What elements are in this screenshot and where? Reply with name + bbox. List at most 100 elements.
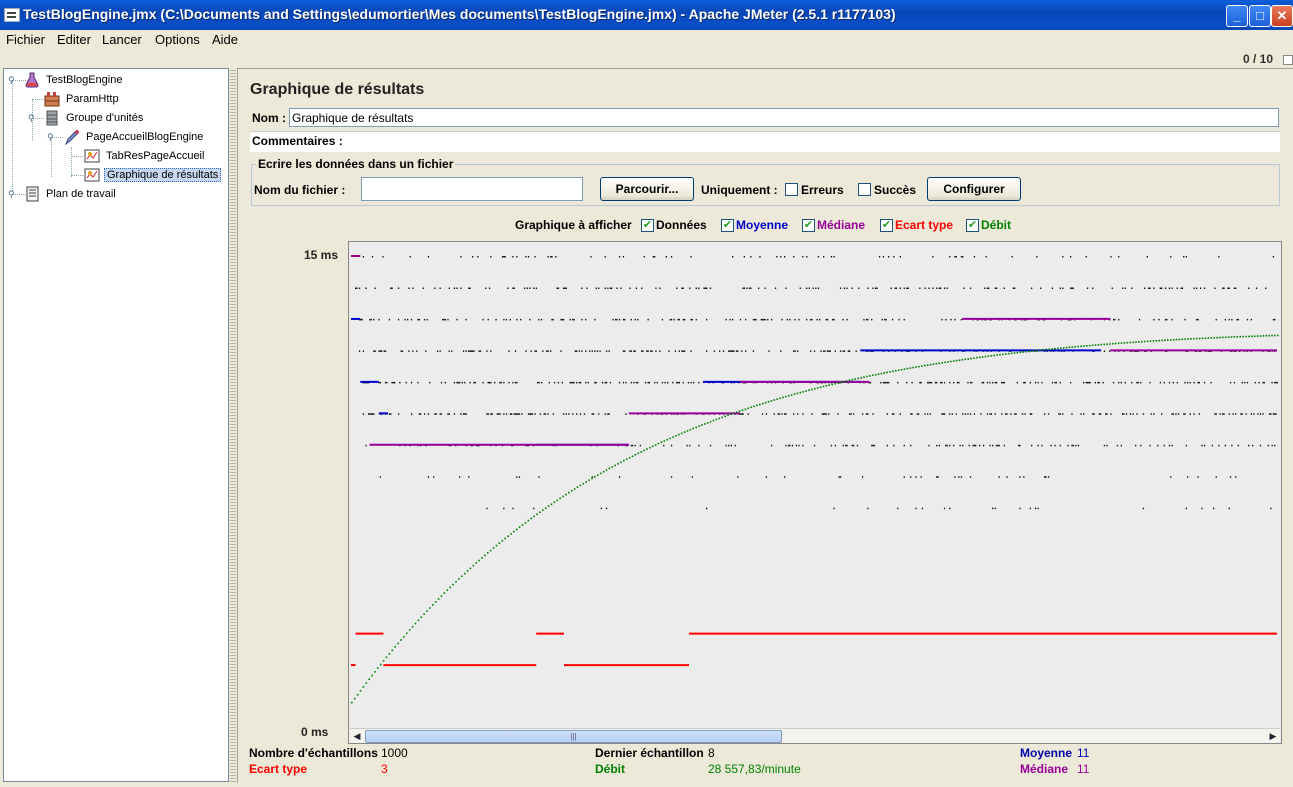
data-point: [1103, 444, 1106, 447]
workbench-icon: [26, 186, 39, 202]
menu-aide[interactable]: Aide: [212, 32, 238, 47]
median-checkbox[interactable]: ✔: [802, 219, 815, 232]
data-point: [846, 444, 848, 447]
data-point: [936, 381, 938, 384]
throughput-point: [504, 537, 506, 540]
data-point: [453, 381, 456, 384]
tree-item-graphique-resultats[interactable]: Graphique de résultats: [84, 166, 222, 184]
throughput-checkbox[interactable]: ✔: [966, 219, 979, 232]
throughput-point: [443, 592, 446, 594]
throughput-point: [1256, 335, 1259, 337]
tree-item-pageaccueil[interactable]: PageAccueilBlogEngine: [64, 128, 205, 146]
data-point: [713, 350, 716, 352]
file-section-title: Ecrire les données dans un fichier: [256, 157, 456, 171]
data-point: [979, 444, 981, 447]
data-point: [499, 381, 501, 384]
test-plan-tree[interactable]: ⚲ ⚲ ⚲ ⚲ TestBlogEngine ParamHttp Groupe …: [3, 68, 229, 782]
minimize-button[interactable]: _: [1226, 5, 1248, 27]
throughput-point: [947, 361, 949, 363]
data-point: [374, 287, 376, 289]
scroll-right-icon[interactable]: ▶: [1266, 729, 1280, 743]
menu-options[interactable]: Options: [155, 32, 200, 47]
scroll-left-icon[interactable]: ◀: [350, 729, 364, 743]
data-point: [791, 444, 794, 447]
data-point: [1086, 381, 1089, 384]
data-point: [882, 381, 885, 384]
data-point: [1044, 413, 1046, 415]
data-point: [412, 287, 414, 289]
data-point: [687, 381, 690, 384]
tree-toggle-plan[interactable]: ⚲: [8, 190, 16, 199]
data-point: [674, 350, 677, 352]
throughput-point: [1112, 342, 1114, 345]
throughput-point: [628, 456, 631, 459]
throughput-point: [408, 629, 411, 631]
errors-checkbox[interactable]: [785, 183, 798, 196]
tree-item-tabres[interactable]: TabResPageAccueil: [84, 147, 206, 165]
data-point: [561, 381, 563, 384]
data-point: [903, 287, 905, 289]
throughput-point: [556, 499, 559, 502]
menu-lancer[interactable]: Lancer: [102, 32, 142, 47]
filename-input[interactable]: [361, 177, 583, 201]
tree-item-testblogengine[interactable]: TestBlogEngine: [24, 71, 124, 89]
scroll-thumb[interactable]: |||: [365, 730, 782, 743]
data-point: [967, 413, 969, 415]
data-point: [564, 287, 566, 289]
tree-item-paramhttp[interactable]: ParamHttp: [44, 90, 121, 108]
data-point: [634, 318, 636, 321]
comments-field[interactable]: [250, 131, 1280, 152]
data-point: [550, 256, 552, 258]
data-point: [1185, 507, 1187, 510]
data-point: [750, 287, 752, 289]
menu-fichier[interactable]: Fichier: [6, 32, 45, 47]
data-point: [934, 381, 937, 384]
configure-button[interactable]: Configurer: [927, 177, 1021, 201]
tree-toggle-groupe[interactable]: ⚲: [28, 114, 36, 123]
tree-toggle-testblogengine[interactable]: ⚲: [8, 76, 16, 85]
data-point: [906, 287, 908, 289]
mean-checkbox[interactable]: ✔: [721, 219, 734, 232]
throughput-point: [1074, 346, 1076, 348]
throughput-point: [385, 656, 388, 659]
throughput-point: [976, 356, 978, 359]
flask-icon: [25, 72, 39, 88]
tree-item-groupe-unites[interactable]: Groupe d'unités: [44, 109, 145, 127]
data-point: [370, 413, 372, 415]
data-point: [973, 444, 976, 447]
data-point: [1094, 381, 1096, 384]
data-point: [561, 318, 563, 321]
data-point: [967, 381, 969, 384]
data-point: [1229, 476, 1232, 478]
data-point: [355, 287, 357, 289]
name-field[interactable]: Graphique de résultats: [289, 108, 1279, 127]
thread-counter: 0 / 10: [1242, 52, 1273, 66]
tree-toggle-pageaccueil[interactable]: ⚲: [47, 133, 55, 142]
graph-horizontal-scrollbar[interactable]: ◀ ||| ▶: [350, 728, 1280, 743]
throughput-point: [683, 431, 686, 433]
maximize-button[interactable]: □: [1249, 5, 1271, 27]
menu-editer[interactable]: Editer: [57, 32, 91, 47]
close-button[interactable]: ✕: [1271, 5, 1293, 27]
data-point: [893, 444, 895, 447]
window-titlebar[interactable]: TestBlogEngine.jmx (C:\Documents and Set…: [0, 0, 1293, 30]
data-point: [969, 476, 972, 478]
data-point: [1187, 476, 1189, 478]
data-point: [665, 256, 667, 258]
data-point: [1153, 287, 1155, 289]
data-point: [547, 256, 549, 258]
data-point: [647, 381, 649, 384]
split-pane-divider[interactable]: [230, 68, 236, 782]
data-point: [604, 256, 606, 258]
browse-button[interactable]: Parcourir...: [600, 177, 694, 201]
data-point: [598, 287, 600, 289]
data-point: [538, 381, 540, 384]
data-checkbox[interactable]: ✔: [641, 219, 654, 232]
success-checkbox[interactable]: [858, 183, 871, 196]
tree-item-plan-travail[interactable]: Plan de travail: [24, 185, 118, 203]
data-point: [1023, 381, 1025, 384]
data-point: [929, 413, 931, 415]
stddev-checkbox[interactable]: ✔: [880, 219, 893, 232]
data-point: [839, 287, 842, 289]
data-point: [572, 413, 574, 415]
